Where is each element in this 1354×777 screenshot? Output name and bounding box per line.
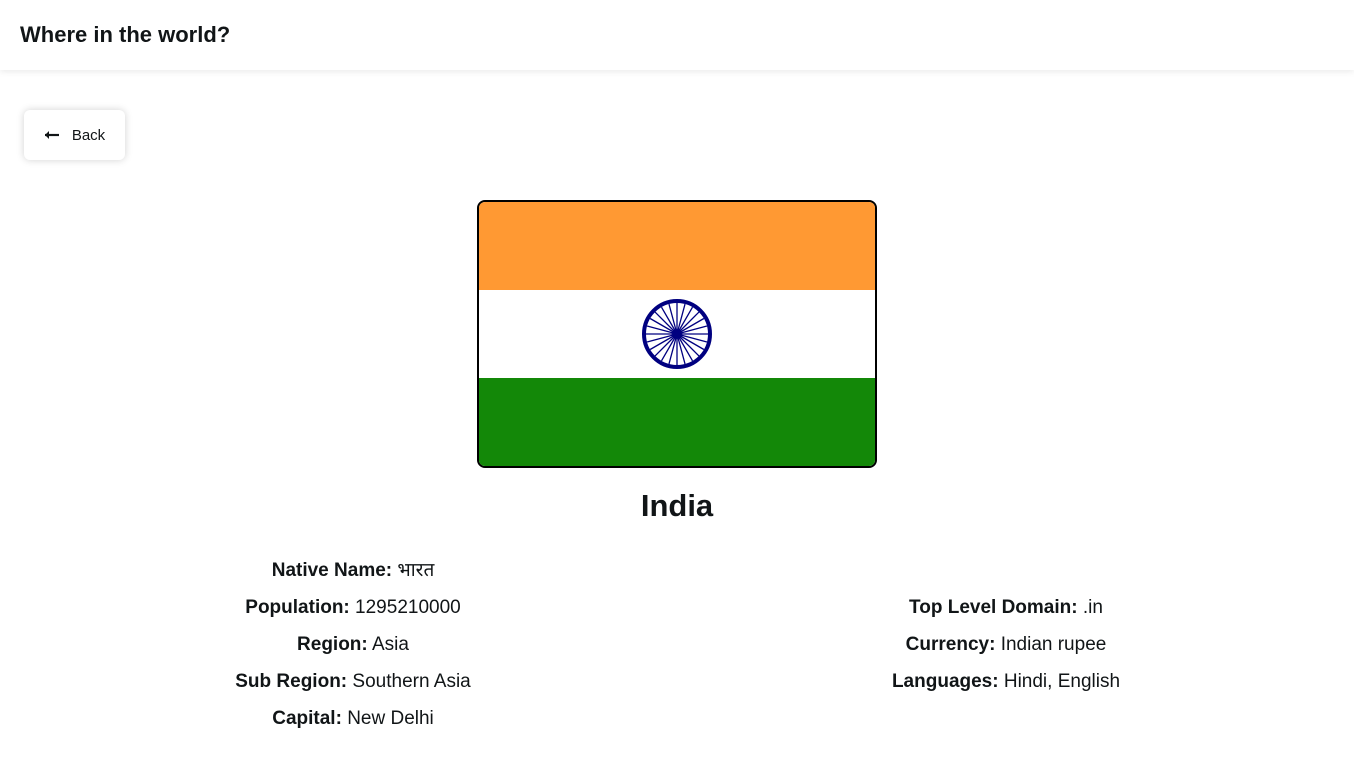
languages-value: Hindi, English xyxy=(1003,671,1121,692)
capital-label: Capital: xyxy=(272,708,342,729)
languages-row: Languages: Hindi, English xyxy=(806,668,1206,705)
region-label: Region: xyxy=(297,634,368,655)
native-name-value: भारत xyxy=(397,560,435,581)
currency-row: Currency: Indian rupee xyxy=(806,631,1206,668)
app-title: Where in the world? xyxy=(20,22,231,47)
flag-green-band xyxy=(479,378,875,466)
capital-value: New Delhi xyxy=(347,708,434,729)
top-bar: Where in the world? xyxy=(0,0,1354,70)
sub-region-label: Sub Region: xyxy=(235,671,348,692)
arrow-left-icon xyxy=(44,130,60,140)
flag-saffron-band xyxy=(479,202,875,290)
top-level-domain-row: Top Level Domain: .in xyxy=(806,594,1206,631)
sub-region-value: Southern Asia xyxy=(352,671,471,692)
languages-label: Languages: xyxy=(891,671,999,692)
back-button-label: Back xyxy=(71,126,106,144)
country-flag xyxy=(477,200,877,468)
back-button[interactable]: Back xyxy=(24,110,125,160)
native-name-label: Native Name: xyxy=(271,560,393,581)
country-name: India xyxy=(640,488,714,523)
population-value: 1295210000 xyxy=(355,597,461,618)
region-value: Asia xyxy=(371,634,409,655)
sub-region-row: Sub Region: Southern Asia xyxy=(153,668,553,705)
population-row: Population: 1295210000 xyxy=(153,594,553,631)
top-level-domain-label: Top Level Domain: xyxy=(909,597,1078,618)
currency-label: Currency: xyxy=(905,634,996,655)
primary-details: Native Name: भारत Population: 1295210000… xyxy=(153,557,553,742)
capital-row: Capital: New Delhi xyxy=(153,705,553,742)
currency-value: Indian rupee xyxy=(1000,634,1107,655)
native-name-row: Native Name: भारत xyxy=(153,557,553,594)
top-level-domain-value: .in xyxy=(1082,597,1103,618)
population-label: Population: xyxy=(245,597,350,618)
secondary-details: Top Level Domain: .in Currency: Indian r… xyxy=(806,594,1206,705)
region-row: Region: Asia xyxy=(153,631,553,668)
